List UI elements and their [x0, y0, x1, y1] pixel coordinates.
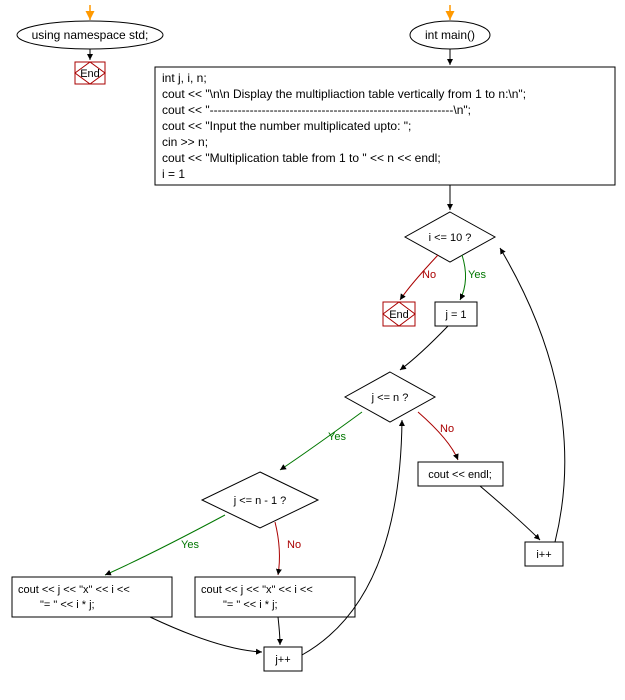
svg-text:cout << "\n\n Display the mult: cout << "\n\n Display the multipliaction… — [162, 87, 526, 101]
svg-text:j <= n - 1 ?: j <= n - 1 ? — [233, 495, 287, 507]
label-yes-j: Yes — [328, 431, 346, 443]
main-text: int main() — [425, 28, 475, 42]
main-end-node: End — [383, 302, 415, 326]
svg-text:int j, i, n;: int j, i, n; — [162, 71, 207, 85]
label-yes-jn1: Yes — [181, 539, 199, 551]
left-end-node: End — [75, 62, 105, 84]
svg-text:End: End — [80, 68, 100, 80]
svg-text:cout << "---------------------: cout << "-------------------------------… — [162, 103, 471, 117]
decision-jn1: j <= n - 1 ? — [202, 472, 318, 528]
svg-text:i++: i++ — [536, 549, 551, 561]
label-no-i: No — [422, 269, 436, 281]
svg-text:j++: j++ — [274, 654, 290, 666]
svg-text:cout << "Multiplication table: cout << "Multiplication table from 1 to … — [162, 151, 441, 165]
decision-i: i <= 10 ? — [405, 212, 495, 262]
svg-text:"= " << i * j;: "= " << i * j; — [223, 599, 278, 611]
label-no-jn1: No — [287, 539, 301, 551]
stmt-right — [195, 577, 355, 617]
svg-text:cout << j << "x" << i <<: cout << j << "x" << i << — [201, 584, 313, 596]
svg-text:End: End — [389, 309, 409, 321]
svg-text:cout << endl;: cout << endl; — [428, 469, 492, 481]
namespace-text: using namespace std; — [32, 28, 149, 42]
svg-text:i <= 10 ?: i <= 10 ? — [429, 232, 472, 244]
svg-text:cin >> n;: cin >> n; — [162, 135, 208, 149]
svg-text:"= " << i * j;: "= " << i * j; — [40, 599, 95, 611]
label-no-j: No — [440, 423, 454, 435]
svg-text:cout << "Input the number mult: cout << "Input the number multiplicated … — [162, 119, 411, 133]
svg-text:j = 1: j = 1 — [444, 309, 466, 321]
stmt-left — [12, 577, 172, 617]
svg-text:cout << j << "x" << i <<: cout << j << "x" << i << — [18, 584, 130, 596]
label-yes-i: Yes — [468, 269, 486, 281]
svg-text:i = 1: i = 1 — [162, 167, 185, 181]
svg-text:j <= n ?: j <= n ? — [371, 392, 409, 404]
